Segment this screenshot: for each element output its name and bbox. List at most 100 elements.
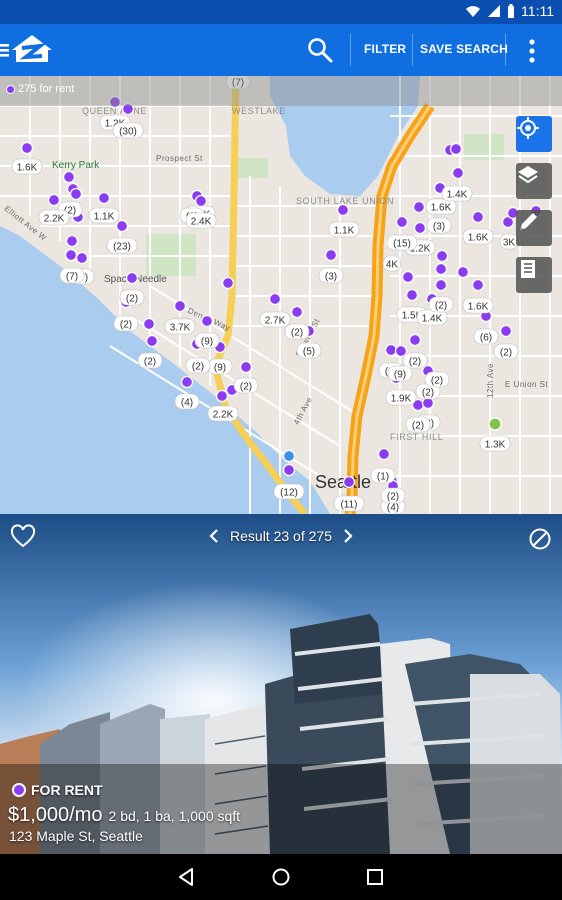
zillow-logo-icon[interactable] [0,32,60,68]
cluster-label[interactable]: 1.6K [462,228,494,245]
chevron-right-icon[interactable] [341,526,355,546]
cluster-label[interactable]: (9) [207,358,233,375]
listing-marker[interactable] [145,334,159,348]
cluster-label[interactable]: (2) [119,289,145,306]
cluster-label[interactable]: 1.6K [462,297,494,314]
listing-marker[interactable] [290,305,304,319]
cluster-label[interactable]: 1.1K [328,221,360,238]
cluster-label[interactable]: 4K [382,255,402,272]
listing-marker[interactable] [221,276,235,290]
listing-marker[interactable] [200,314,214,328]
listing-marker[interactable] [268,292,282,306]
home-icon[interactable] [268,864,294,890]
cluster-label[interactable]: (15) [386,234,418,251]
cluster-label[interactable]: (2) [185,357,211,374]
listing-marker[interactable] [173,299,187,313]
cluster-label[interactable]: 1.4K [441,185,473,202]
cluster-label[interactable]: (9) [387,365,413,382]
listing-marker[interactable] [115,219,129,233]
listing-marker[interactable] [377,447,391,461]
listing-marker[interactable] [180,375,194,389]
filter-button[interactable]: FILTER [364,42,406,56]
listing-marker[interactable] [449,142,463,156]
listing-marker[interactable] [194,194,208,208]
cluster-label[interactable]: (2) [233,377,259,394]
listing-marker[interactable] [408,333,422,347]
cluster-label[interactable]: 2.2K [38,209,70,226]
listing-marker[interactable] [434,262,448,276]
hide-icon[interactable] [528,527,552,551]
layers-button[interactable] [516,163,552,199]
cluster-label[interactable]: (2) [405,416,431,433]
listing-marker[interactable] [64,248,78,262]
listing-marker[interactable] [65,234,79,248]
cluster-label[interactable]: 2.7K [259,311,291,328]
cluster-label[interactable]: 1.9K [385,389,417,406]
listing-marker[interactable] [69,187,83,201]
listing-marker[interactable] [471,278,485,292]
cluster-label[interactable]: (5) [296,342,322,359]
cluster-label[interactable]: (2) [380,487,406,504]
listing-marker[interactable] [401,270,415,284]
cluster-label[interactable]: 3.7K [164,318,196,335]
cluster-label[interactable]: (2) [402,352,428,369]
cluster-label[interactable]: (6) [473,328,499,345]
overflow-menu-icon[interactable] [524,38,540,64]
cluster-label[interactable]: (2) [428,296,454,313]
listing-photo[interactable] [0,514,562,854]
cluster-label[interactable]: (1) [370,467,396,484]
listing-marker[interactable] [336,203,350,217]
cluster-label[interactable]: (3) [318,267,344,284]
search-icon[interactable] [306,36,334,64]
cluster-label[interactable]: (3) [426,217,452,234]
listing-marker[interactable] [20,141,34,155]
cluster-label[interactable]: (2) [284,323,310,340]
cluster-label[interactable]: (2) [113,315,139,332]
draw-button[interactable] [516,210,552,246]
cluster-label[interactable]: 1.3K [479,435,511,452]
listing-marker[interactable] [125,271,139,285]
map-view[interactable]: QUEEN ANNE WESTLAKE SOUTH LAKE UNION FIR… [0,76,562,514]
cluster-label[interactable]: (23) [106,237,138,254]
listing-marker[interactable] [47,193,61,207]
listing-marker[interactable] [215,389,229,403]
cluster-label[interactable]: 1.6K [11,158,43,175]
listing-marker[interactable] [434,278,448,292]
cluster-label[interactable]: (30) [112,122,144,139]
listing-marker[interactable] [239,360,253,374]
cluster-label[interactable]: (11) [333,495,365,512]
listing-marker[interactable] [342,475,356,489]
listing-marker[interactable] [405,288,419,302]
listing-marker[interactable] [75,251,89,265]
my-location-button[interactable] [516,116,552,152]
recents-icon[interactable] [362,864,388,890]
save-search-button[interactable]: SAVE SEARCH [420,42,508,56]
listing-marker[interactable] [282,463,296,477]
cluster-label[interactable]: (2) [424,371,450,388]
listing-marker[interactable] [435,249,449,263]
listing-marker[interactable] [97,191,111,205]
selected-listing-marker[interactable] [488,417,502,431]
listing-marker[interactable] [62,170,76,184]
listing-marker[interactable] [384,343,398,357]
cluster-label[interactable]: (2) [493,343,519,360]
listing-marker[interactable] [499,324,513,338]
cluster-label[interactable]: (9) [194,332,220,349]
cluster-label[interactable]: (7) [59,267,85,284]
cluster-label[interactable]: (12) [273,483,305,500]
listing-marker[interactable] [395,215,409,229]
listing-marker[interactable] [142,317,156,331]
listing-marker[interactable] [471,210,485,224]
listing-marker[interactable] [324,248,338,262]
cluster-label[interactable]: 1.1K [88,207,120,224]
listing-marker[interactable] [413,221,427,235]
listing-marker[interactable] [412,200,426,214]
listing-marker[interactable] [456,265,470,279]
cluster-label[interactable]: 2.2K [207,405,239,422]
listing-card[interactable]: Result 23 of 275 FOR RENT $1,000/mo 2 bd,… [0,514,562,854]
cluster-label[interactable]: (4) [174,393,200,410]
list-view-button[interactable] [516,257,552,293]
cluster-label[interactable]: 2.4K [185,212,217,229]
back-icon[interactable] [174,864,200,890]
cluster-label[interactable]: (2) [137,352,163,369]
